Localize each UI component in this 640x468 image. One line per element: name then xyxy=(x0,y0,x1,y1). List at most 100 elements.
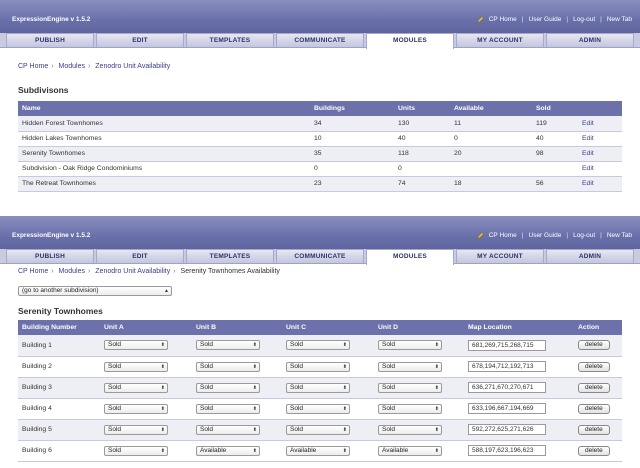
subdivision-select[interactable]: (go to another subdivision) ▲ xyxy=(18,286,172,296)
cell-buildings: 23 xyxy=(310,176,394,192)
map-location-input[interactable]: 633,196,667,194,669 xyxy=(468,403,546,414)
unit-d-select[interactable]: Sold ⬍ xyxy=(378,382,442,393)
unit-a-select[interactable]: Sold ⬍ xyxy=(104,361,168,372)
app-header: ExpressionEngine v 1.5.2 CP Home | User G… xyxy=(0,0,640,33)
unit-c-select[interactable]: Sold ⬍ xyxy=(286,361,350,372)
cell-unit-b: Sold ⬍ xyxy=(192,398,282,420)
map-location-input[interactable]: 588,197,623,196,623 xyxy=(468,445,546,456)
unit-c-select[interactable]: Sold ⬍ xyxy=(286,340,350,351)
cell-units: 74 xyxy=(394,176,450,192)
unit-d-select[interactable]: Sold ⬍ xyxy=(378,340,442,351)
tab-edit[interactable]: EDIT xyxy=(96,249,184,263)
updown-arrow-icon: ⬍ xyxy=(434,363,439,370)
new-tab-link[interactable]: New Tab xyxy=(607,16,632,23)
tab-templates[interactable]: TEMPLATES xyxy=(186,33,274,47)
cp-home-link[interactable]: CP Home xyxy=(489,232,517,239)
delete-button[interactable]: delete xyxy=(578,424,610,435)
user-guide-link[interactable]: User Guide xyxy=(529,16,562,23)
subdivision-select-value: (go to another subdivision) xyxy=(22,287,99,294)
cell-sold: 56 xyxy=(532,176,578,192)
cell-name: Hidden Forest Townhomes xyxy=(18,116,310,132)
cell-unit-d: Sold ⬍ xyxy=(374,356,464,378)
unit-b-select[interactable]: Sold ⬍ xyxy=(196,403,260,414)
delete-button[interactable]: delete xyxy=(578,340,610,351)
cell-unit-c: Sold ⬍ xyxy=(282,398,374,420)
cell-available: 0 xyxy=(450,131,532,147)
cell-unit-a: Sold ⬍ xyxy=(100,398,192,420)
unit-c-select[interactable]: Sold ⬍ xyxy=(286,403,350,414)
delete-button[interactable]: delete xyxy=(578,382,610,393)
tab-templates[interactable]: TEMPLATES xyxy=(186,249,274,263)
delete-button[interactable]: delete xyxy=(578,445,610,456)
tab-edit[interactable]: EDIT xyxy=(96,33,184,47)
edit-link[interactable]: Edit xyxy=(582,165,594,172)
cell-action: delete xyxy=(574,419,622,441)
cell-available: 11 xyxy=(450,116,532,132)
cell-units: 130 xyxy=(394,116,450,132)
logout-link[interactable]: Log-out xyxy=(573,232,595,239)
map-location-input[interactable]: 681,269,715,268,715 xyxy=(468,339,546,351)
tab-my-account[interactable]: MY ACCOUNT xyxy=(456,33,544,47)
tab-modules[interactable]: MODULES xyxy=(366,33,454,49)
edit-link[interactable]: Edit xyxy=(582,150,594,157)
tab-my-account[interactable]: MY ACCOUNT xyxy=(456,249,544,263)
unit-d-select[interactable]: Sold ⬍ xyxy=(378,424,442,435)
col-buildings: Buildings xyxy=(310,101,394,116)
tab-communicate[interactable]: COMMUNICATE xyxy=(276,249,364,263)
unit-a-select[interactable]: Sold ⬍ xyxy=(104,445,168,456)
unit-a-select[interactable]: Sold ⬍ xyxy=(104,424,168,435)
unit-b-select-value: Sold xyxy=(200,362,214,370)
logout-link[interactable]: Log-out xyxy=(573,16,595,23)
map-location-input[interactable]: 636,271,670,270,671 xyxy=(468,382,546,393)
unit-a-select-value: Sold xyxy=(108,362,122,370)
unit-c-select[interactable]: Sold ⬍ xyxy=(286,382,350,393)
cell-map-location: 633,196,667,194,669 xyxy=(464,398,574,420)
unit-d-select[interactable]: Sold ⬍ xyxy=(378,403,442,414)
updown-arrow-icon: ⬍ xyxy=(434,384,439,391)
edit-link[interactable]: Edit xyxy=(582,180,594,187)
breadcrumb-cp-home[interactable]: CP Home xyxy=(18,268,48,275)
unit-a-select[interactable]: Sold ⬍ xyxy=(104,403,168,414)
cell-unit-d: Sold ⬍ xyxy=(374,398,464,420)
new-tab-link[interactable]: New Tab xyxy=(607,232,632,239)
user-guide-link[interactable]: User Guide xyxy=(529,232,562,239)
unit-d-select[interactable]: Available ⬍ xyxy=(378,445,442,456)
map-location-input[interactable]: 678,194,712,192,713 xyxy=(468,361,546,372)
tab-publish[interactable]: PUBLISH xyxy=(6,249,94,263)
delete-button[interactable]: delete xyxy=(578,361,610,372)
cell-unit-c: Available ⬍ xyxy=(282,440,374,462)
cell-units: 0 xyxy=(394,161,450,177)
breadcrumb-modules[interactable]: Modules xyxy=(59,268,85,275)
breadcrumb-cp-home[interactable]: CP Home xyxy=(18,63,48,70)
unit-b-select[interactable]: Available ⬍ xyxy=(196,445,260,456)
updown-arrow-icon: ⬍ xyxy=(252,426,257,433)
breadcrumb-unit-availability[interactable]: Zenodro Unit Availability xyxy=(95,268,170,275)
unit-b-select[interactable]: Sold ⬍ xyxy=(196,382,260,393)
breadcrumb-unit-availability[interactable]: Zenodro Unit Availability xyxy=(95,63,170,70)
col-unit-c: Unit C xyxy=(282,320,374,335)
unit-c-select[interactable]: Available ⬍ xyxy=(286,445,350,456)
unit-b-select[interactable]: Sold ⬍ xyxy=(196,361,260,372)
unit-c-select[interactable]: Sold ⬍ xyxy=(286,424,350,435)
edit-link[interactable]: Edit xyxy=(582,135,594,142)
unit-b-select[interactable]: Sold ⬍ xyxy=(196,340,260,351)
tab-admin[interactable]: ADMIN xyxy=(546,33,634,47)
cp-home-link[interactable]: CP Home xyxy=(489,16,517,23)
tab-modules[interactable]: MODULES xyxy=(366,249,454,265)
updown-arrow-icon: ⬍ xyxy=(434,342,439,349)
delete-button[interactable]: delete xyxy=(578,403,610,414)
edit-link[interactable]: Edit xyxy=(582,120,594,127)
unit-a-select[interactable]: Sold ⬍ xyxy=(104,340,168,351)
tab-publish[interactable]: PUBLISH xyxy=(6,33,94,47)
map-location-input[interactable]: 592,272,625,271,626 xyxy=(468,424,546,435)
unit-b-select[interactable]: Sold ⬍ xyxy=(196,424,260,435)
unit-d-select[interactable]: Sold ⬍ xyxy=(378,361,442,372)
cell-buildings: 35 xyxy=(310,146,394,162)
unit-a-select[interactable]: Sold ⬍ xyxy=(104,382,168,393)
breadcrumb-modules[interactable]: Modules xyxy=(59,63,85,70)
tab-admin[interactable]: ADMIN xyxy=(546,249,634,263)
cell-unit-b: Sold ⬍ xyxy=(192,335,282,357)
tab-communicate[interactable]: COMMUNICATE xyxy=(276,33,364,47)
availability-screen: ExpressionEngine v 1.5.2 CP Home | User G… xyxy=(0,216,640,468)
cell-buildings: 0 xyxy=(310,161,394,177)
